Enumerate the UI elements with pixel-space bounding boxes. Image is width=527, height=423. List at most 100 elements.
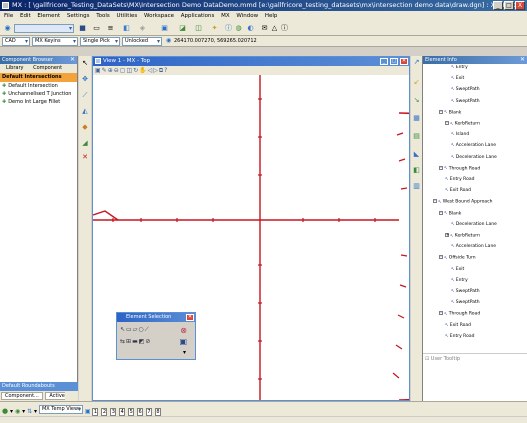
- mx-intersection-icon[interactable]: ◣: [412, 150, 421, 159]
- raster-icon[interactable]: ✦: [210, 24, 219, 33]
- view-button[interactable]: 4: [119, 407, 126, 416]
- tree-node[interactable]: - ↖Through Road: [439, 311, 480, 317]
- tree-node[interactable]: - ↖Through Road: [439, 165, 480, 172]
- collapse-icon[interactable]: -: [439, 255, 443, 260]
- view-button[interactable]: 7: [146, 407, 153, 416]
- tree-node[interactable]: ↖Island: [451, 132, 469, 138]
- view-button[interactable]: 1: [92, 407, 99, 416]
- select-tools-icon[interactable]: ▣: [179, 337, 187, 346]
- tab-component-bottom[interactable]: Component...: [1, 392, 43, 400]
- tree-node[interactable]: - ↖West Bound Approach: [433, 199, 493, 205]
- mail-icon[interactable]: ✉: [260, 24, 269, 33]
- tree-node[interactable]: ↖Entry Road: [445, 334, 474, 340]
- tab-library[interactable]: Library: [6, 65, 23, 71]
- maximize-button[interactable]: □: [504, 1, 514, 10]
- collapse-icon[interactable]: -: [445, 121, 449, 125]
- level-combo[interactable]: CAD: [2, 37, 30, 46]
- collapse-icon[interactable]: -: [439, 210, 443, 215]
- block-select-icon[interactable]: ▭: [126, 326, 133, 333]
- view-button[interactable]: 2: [101, 407, 108, 416]
- tree-node[interactable]: ↖Entry Road: [445, 177, 474, 183]
- keyins-combo[interactable]: MX Keyins: [32, 37, 78, 46]
- dropdown-icon[interactable]: ▾: [22, 408, 25, 415]
- measure-icon[interactable]: ◢: [80, 138, 90, 148]
- place-text-icon[interactable]: ◆: [80, 122, 90, 132]
- view-button[interactable]: 8: [154, 407, 161, 416]
- list-item[interactable]: ✚ Default Intersection: [0, 82, 77, 90]
- close-icon[interactable]: ✕: [70, 56, 75, 64]
- tree-node[interactable]: ↖SweptPath: [451, 99, 480, 105]
- collapse-icon[interactable]: -: [433, 199, 437, 204]
- color-icon[interactable]: ■: [78, 24, 87, 33]
- collapse-icon[interactable]: -: [439, 311, 443, 316]
- refresh-icon[interactable]: ◉: [15, 408, 20, 415]
- dropdown-icon[interactable]: ▾: [10, 408, 13, 415]
- view-icon[interactable]: ▣: [160, 24, 169, 33]
- help-icon[interactable]: ⓘ: [280, 24, 289, 33]
- menu-settings[interactable]: Settings: [67, 13, 90, 19]
- help-view-icon[interactable]: ?: [164, 67, 168, 74]
- collapse-icon[interactable]: -: [439, 165, 443, 170]
- place-shape-icon[interactable]: ◭: [80, 106, 90, 116]
- warning-icon[interactable]: △: [270, 24, 279, 33]
- navigator-icon[interactable]: ◍: [234, 24, 243, 33]
- delete-icon[interactable]: ✕: [80, 152, 90, 162]
- minimize-button[interactable]: _: [493, 1, 503, 10]
- mx-roundabout-icon[interactable]: ◧: [412, 166, 421, 175]
- view-group-combo[interactable]: MX Temp Views: [38, 405, 83, 414]
- place-line-icon[interactable]: ⟋: [80, 90, 90, 100]
- tree-node[interactable]: ↖Exit: [451, 267, 464, 273]
- tree-node[interactable]: ↖Acceleration Lane: [451, 143, 496, 149]
- element-selection-close-button[interactable]: ✕: [186, 314, 194, 321]
- tree-node[interactable]: ↖Entry: [451, 65, 468, 71]
- reference-icon[interactable]: ◫: [194, 24, 203, 33]
- mx-design-icon[interactable]: ↗: [412, 58, 421, 67]
- select-icon[interactable]: ↖: [80, 58, 90, 68]
- tasks-icon[interactable]: ◐: [246, 24, 255, 33]
- view-attributes-icon[interactable]: ▣: [95, 67, 102, 74]
- go-icon[interactable]: ●: [2, 407, 8, 415]
- tree-node[interactable]: ↖Exit Road: [445, 188, 471, 194]
- mx-string-icon[interactable]: ↙: [412, 78, 421, 87]
- menu-file[interactable]: File: [4, 13, 13, 19]
- tree-node[interactable]: ↖Acceleration Lane: [451, 244, 496, 250]
- menu-mx[interactable]: MX: [221, 13, 230, 19]
- menu-edit[interactable]: Edit: [20, 13, 31, 19]
- transparency-icon[interactable]: ◧: [122, 24, 131, 33]
- select-all-icon[interactable]: ⊗: [180, 326, 187, 335]
- views-icon[interactable]: ▣: [85, 408, 91, 415]
- mx-report-icon[interactable]: ▥: [412, 182, 421, 191]
- mx-section-icon[interactable]: ▦: [412, 114, 421, 123]
- section-default-roundabouts[interactable]: Default Roundabouts: [0, 382, 78, 391]
- priority-icon[interactable]: ◈: [138, 24, 147, 33]
- subtract-mode-icon[interactable]: ▬: [132, 338, 139, 345]
- tree-node[interactable]: ↖SweptPath: [451, 289, 480, 295]
- expand-icon[interactable]: +: [445, 233, 449, 237]
- dropdown-icon[interactable]: ▾: [34, 408, 37, 415]
- close-button[interactable]: X: [515, 1, 525, 10]
- menu-tools[interactable]: Tools: [96, 13, 110, 19]
- collapse-icon[interactable]: -: [439, 109, 443, 114]
- menu-help[interactable]: Help: [265, 13, 278, 19]
- view-minimize-button[interactable]: _: [380, 58, 388, 65]
- element-attributes-icon[interactable]: ◉: [3, 24, 12, 33]
- pick-mode-combo[interactable]: Single Pick: [80, 37, 120, 46]
- tree-node[interactable]: ↖Deceleration Lane: [451, 222, 497, 228]
- scene-icon[interactable]: ⇅: [27, 408, 32, 415]
- tree-node[interactable]: - ↖Blank: [439, 109, 461, 116]
- tree-node[interactable]: ↖SweptPath: [451, 300, 480, 306]
- section-default-intersections[interactable]: Default Intersections: [0, 73, 77, 82]
- line-weight-icon[interactable]: ≡: [106, 24, 115, 33]
- info-icon[interactable]: ⓘ: [224, 24, 233, 33]
- list-item[interactable]: ✚ Unchannelised T Junction: [0, 90, 77, 98]
- line-style-icon[interactable]: ▭: [92, 24, 101, 33]
- tab-component[interactable]: Component: [33, 65, 62, 71]
- menu-element[interactable]: Element: [37, 13, 60, 19]
- view-button[interactable]: 5: [128, 407, 135, 416]
- line-select-icon[interactable]: ⟋: [145, 326, 150, 333]
- mx-profile-icon[interactable]: ▤: [412, 132, 421, 141]
- list-item[interactable]: ✚ Demo Int Large Fillet: [0, 98, 77, 106]
- tree-node[interactable]: - ↖KerbReturn: [445, 121, 480, 127]
- tree-node[interactable]: - ↖Blank: [439, 210, 461, 217]
- active-level-combo[interactable]: [14, 24, 74, 33]
